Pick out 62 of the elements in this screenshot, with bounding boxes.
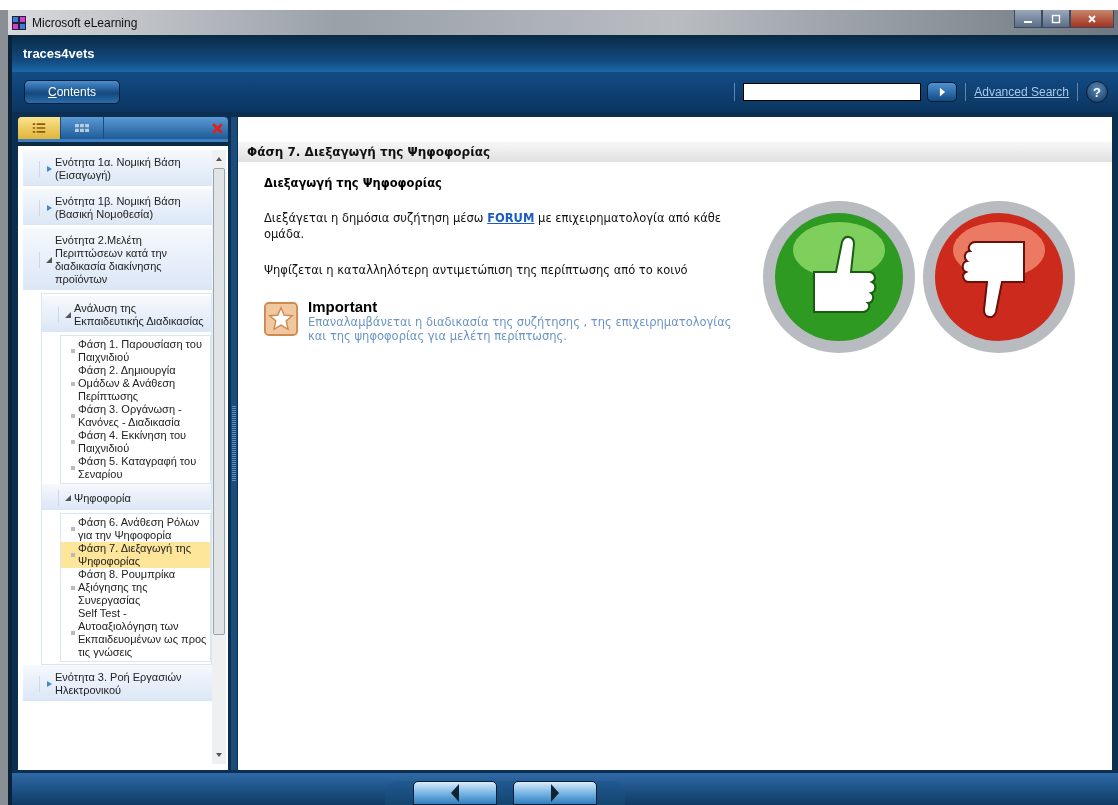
tree-node[interactable]: Ενότητα 2.Μελέτη Περιπτώσεων κατά την διαδικασία διακίνησης προϊόντων: [23, 228, 212, 290]
important-text: Επαναλαμβάνεται η διαδικασία της συζήτησης , της επιχειρηματολογίας και της ψηφοφορίας για μελέτη περίπτωσης.: [308, 315, 733, 343]
maximize-icon: [1051, 13, 1061, 24]
minimize-button[interactable]: [1014, 10, 1042, 28]
previous-button[interactable]: [413, 781, 497, 805]
tree-item[interactable]: Φάση 5. Καταγραφή του Σεναρίου: [61, 455, 210, 481]
tree-node[interactable]: Ενότητα 3. Ροή Εργασιών Ηλεκτρονικού: [23, 665, 212, 701]
app-icon: [12, 15, 26, 30]
important-title: Important: [308, 298, 378, 315]
window-title: Microsoft eLearning: [32, 15, 138, 30]
contents-button[interactable]: Contents: [24, 80, 120, 104]
expand-triangle-icon: [46, 205, 52, 211]
close-icon: [1087, 13, 1097, 24]
bullet-icon: [71, 527, 75, 531]
scroll-up-icon[interactable]: [215, 156, 223, 162]
tree-item[interactable]: Φάση 3. Οργάνωση - Κανόνες - Διαδικασία: [61, 403, 210, 429]
tree-item[interactable]: Φάση 8. Ρουμπρίκα Αξιόγησης της Συνεργασίας: [61, 568, 210, 607]
left-arrow-icon: [449, 783, 461, 803]
search-field[interactable]: [743, 83, 922, 101]
bullet-icon: [71, 466, 75, 470]
right-arrow-icon: [549, 783, 561, 803]
tree-item[interactable]: Φάση 1. Παρουσίαση του Παιχνιδιού: [61, 338, 210, 364]
tree-item[interactable]: Φάση 4. Εκκίνηση του Παιχνιδιού: [61, 429, 210, 455]
play-icon: [938, 87, 946, 97]
bullet-icon: [71, 585, 75, 590]
scroll-down-icon[interactable]: [215, 752, 223, 758]
expand-triangle-icon: [46, 166, 52, 172]
minimize-icon: [1024, 20, 1032, 23]
expand-triangle-icon: [46, 681, 52, 687]
close-button[interactable]: [1070, 10, 1114, 28]
page-title: Φάση 7. Διεξαγωγή της Ψηφοφορίας: [238, 142, 1112, 162]
help-button[interactable]: ?: [1086, 81, 1108, 103]
tree-node[interactable]: Ανάλυση της Εκπαιδευτικής Διαδικασίας: [42, 296, 211, 332]
tree-node[interactable]: Ενότητα 1β. Νομική Βάση (Βασική Νομοθεσία): [23, 189, 212, 225]
tree-item[interactable]: Φάση 6. Ανάθεση Ρόλων για την Ψηφοφορία: [61, 516, 210, 542]
collapse-triangle-icon: [65, 312, 71, 318]
bullet-icon: [71, 440, 75, 444]
scrollbar[interactable]: [212, 150, 226, 764]
tree-node[interactable]: Ενότητα 1α. Νομική Βάση (Εισαγωγή): [23, 150, 212, 186]
bullet-icon: [71, 414, 75, 418]
bullet-icon: [71, 381, 75, 386]
tree-item[interactable]: Self Test - Αυτοαξιολόγηση των Εκπαιδευομένων ως προς τις γνώσεις: [61, 607, 210, 659]
search-button[interactable]: [927, 82, 958, 102]
collapse-triangle-icon: [46, 257, 52, 263]
advanced-search-link[interactable]: Advanced Search: [974, 85, 1069, 99]
forum-link[interactable]: FORUM: [487, 211, 535, 225]
tree-node[interactable]: Ψηφοφορία: [42, 484, 211, 510]
collapse-triangle-icon: [65, 495, 71, 501]
maximize-button[interactable]: [1042, 10, 1070, 28]
bullet-icon: [71, 553, 75, 557]
list-view-tab[interactable]: [18, 117, 61, 139]
grid-icon: [72, 121, 92, 135]
bullet-icon: [71, 631, 75, 635]
tree-item[interactable]: Φάση 2. Δημιουργία Ομάδων & Ανάθεση Περίπτωσης: [61, 364, 210, 403]
tree-item[interactable]: Φάση 7. Διεξαγωγή της Ψηφοφορίας: [61, 542, 210, 568]
app-title: traces4vets: [23, 46, 95, 61]
paragraph: Ψηφίζεται η καταλληλότερη αντιμετώπιση της περίπτωσης από το κοινό: [264, 262, 689, 278]
bullet-icon: [71, 349, 75, 353]
splitter[interactable]: [231, 117, 237, 770]
content-heading: Διεξαγωγή της Ψηφοφορίας: [264, 176, 443, 190]
next-button[interactable]: [513, 781, 597, 805]
paragraph: Διεξάγεται η δημόσια συζήτηση μέσω FORUM με επιχειρηματολογία από κάθε ομάδα.: [264, 210, 723, 242]
